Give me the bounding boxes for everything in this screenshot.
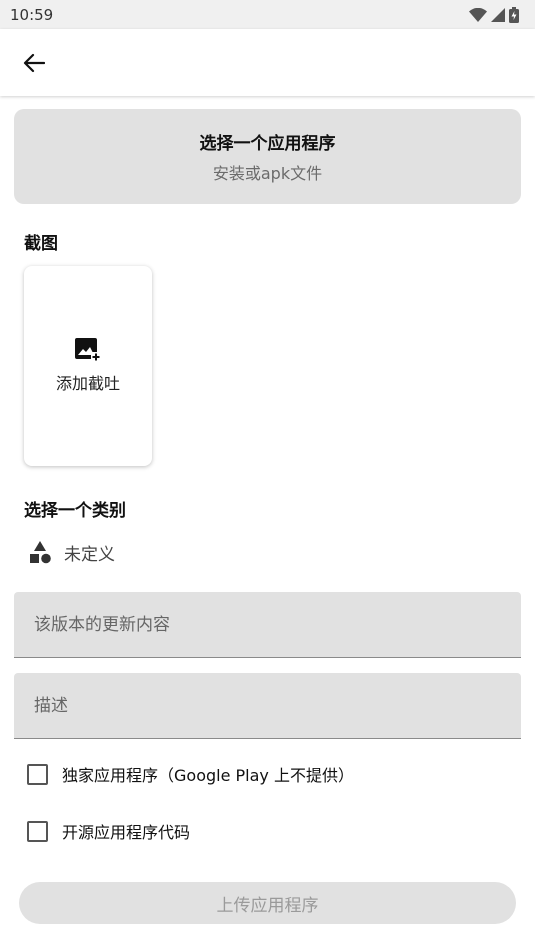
description-field[interactable] — [14, 673, 521, 739]
category-heading: 选择一个类别 — [24, 501, 126, 521]
upload-app-button[interactable]: 上传应用程序 — [19, 882, 516, 924]
signal-icon — [491, 7, 505, 22]
battery-icon — [509, 6, 519, 23]
open-source-label: 开源应用程序代码 — [62, 823, 191, 842]
select-app-title: 选择一个应用程序 — [199, 134, 336, 154]
status-bar: 10:59 — [0, 0, 535, 29]
exclusive-app-label: 独家应用程序（Google Play 上不提供） — [62, 766, 354, 785]
status-time: 10:59 — [10, 5, 54, 24]
category-shapes-icon — [30, 541, 51, 564]
select-app-button[interactable]: 选择一个应用程序 安装或apk文件 — [14, 109, 521, 204]
back-button[interactable] — [14, 43, 54, 83]
status-icons — [469, 6, 519, 23]
description-input[interactable] — [34, 695, 521, 716]
open-source-option[interactable]: 开源应用程序代码 — [27, 820, 190, 842]
update-content-input[interactable] — [34, 614, 521, 635]
app-bar — [0, 29, 535, 96]
update-content-field[interactable] — [14, 592, 521, 658]
open-source-checkbox[interactable] — [27, 820, 48, 842]
exclusive-app-option[interactable]: 独家应用程序（Google Play 上不提供） — [27, 763, 354, 785]
select-app-subtitle: 安装或apk文件 — [212, 164, 323, 183]
arrow-left-icon — [23, 53, 45, 73]
exclusive-app-checkbox[interactable] — [27, 763, 48, 785]
add-screenshot-label: 添加截吐 — [55, 374, 120, 393]
category-value: 未定义 — [64, 544, 115, 565]
category-selector[interactable]: 未定义 — [28, 538, 115, 566]
screenshots-heading: 截图 — [24, 234, 58, 254]
wifi-icon — [469, 7, 487, 22]
add-photo-icon — [75, 338, 101, 362]
add-screenshot-button[interactable]: 添加截吐 — [24, 266, 152, 466]
